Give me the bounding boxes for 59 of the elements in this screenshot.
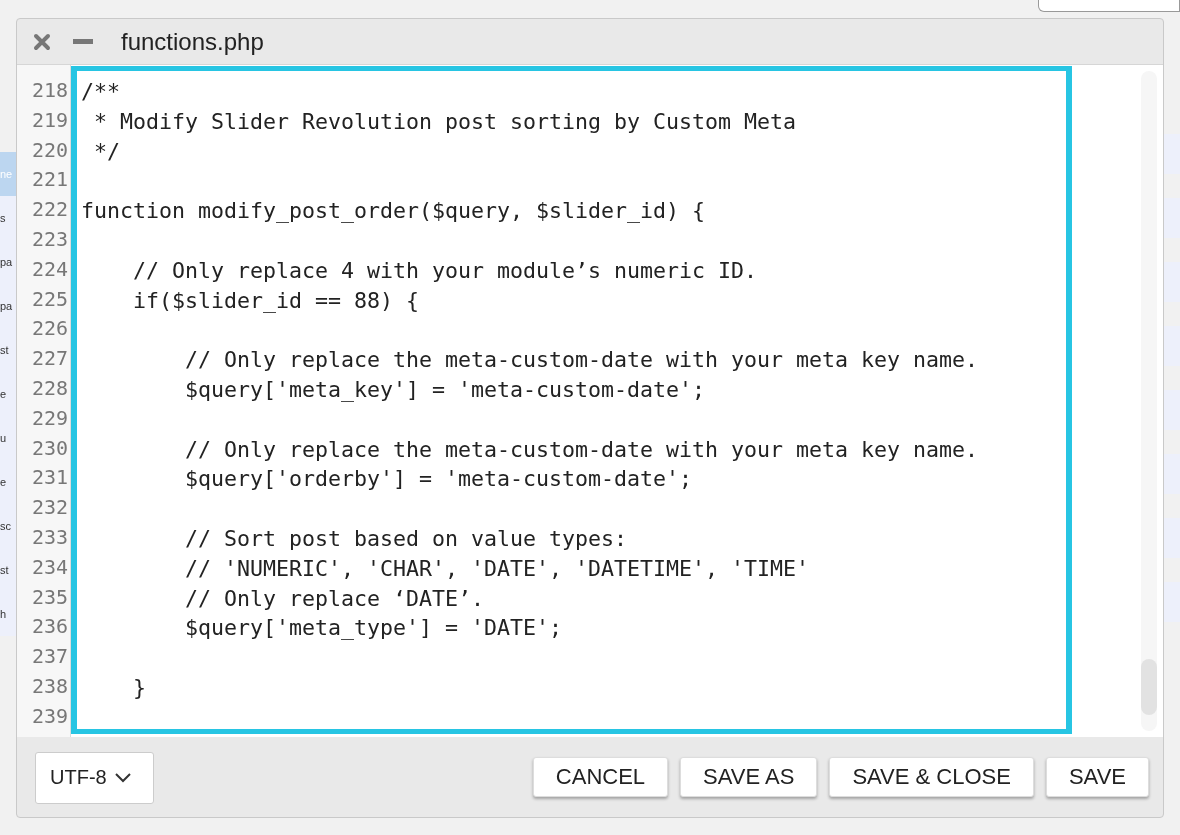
code-line: $query['orderby'] = 'meta-custom-date'; bbox=[184, 465, 694, 494]
chevron-down-icon bbox=[114, 772, 131, 783]
line-number: 230 bbox=[31, 434, 68, 462]
line-number: 222 bbox=[31, 196, 68, 224]
close-icon[interactable] bbox=[33, 32, 51, 51]
code-line: */ bbox=[93, 137, 121, 166]
line-number: 226 bbox=[31, 315, 68, 343]
line-number: 234 bbox=[31, 553, 68, 581]
window-title: functions.php bbox=[121, 27, 264, 56]
code-line: $query['meta_type'] = 'DATE'; bbox=[184, 614, 564, 643]
code-line: // Only replace the meta-custom-date with your meta key name. bbox=[184, 346, 980, 375]
list-item[interactable]: h bbox=[0, 592, 16, 636]
code-line: * Modify Slider Revolution post sorting by Custom Meta bbox=[93, 107, 798, 136]
line-number: 223 bbox=[31, 226, 68, 253]
line-number: 218 bbox=[31, 77, 68, 104]
line-number: 220 bbox=[31, 136, 68, 164]
footer-button[interactable]: SAVE & CLOSE bbox=[829, 757, 1034, 797]
list-item[interactable]: e bbox=[0, 460, 16, 504]
footer-button[interactable]: CANCEL bbox=[532, 757, 669, 797]
scrollbar[interactable] bbox=[1141, 71, 1157, 731]
minimize-icon[interactable] bbox=[73, 38, 93, 45]
scrollbar-thumb[interactable] bbox=[1141, 659, 1157, 715]
list-item[interactable]: pa bbox=[0, 240, 16, 284]
footer-button[interactable]: SAVE AS bbox=[680, 757, 818, 797]
code-line: // Sort post based on value types: bbox=[184, 524, 629, 553]
code-line: function modify_post_order($query, $slider_id) { bbox=[81, 197, 707, 226]
line-number: 233 bbox=[31, 523, 68, 551]
code-line: // Only replace ‘DATE’. bbox=[184, 584, 486, 613]
search-field[interactable] bbox=[1038, 0, 1180, 12]
code-line: // Only replace 4 with your module’s numeric ID. bbox=[132, 256, 759, 285]
list-item[interactable]: pa bbox=[0, 284, 16, 328]
line-number: 225 bbox=[31, 285, 68, 313]
list-item[interactable]: u bbox=[0, 416, 16, 460]
code-line: // 'NUMERIC', 'CHAR', 'DATE', 'DATETIME', 'TIME' bbox=[184, 554, 811, 583]
line-number: 239 bbox=[31, 702, 68, 730]
line-number: 232 bbox=[31, 494, 68, 522]
line-number: 237 bbox=[31, 643, 68, 671]
code-line: // Only replace the meta-custom-date with your meta key name. bbox=[184, 435, 980, 464]
line-number: 231 bbox=[31, 464, 68, 492]
line-number: 224 bbox=[31, 255, 68, 283]
line-number: 238 bbox=[31, 672, 68, 700]
list-item[interactable]: st bbox=[0, 328, 16, 372]
code-line: /** bbox=[81, 78, 121, 106]
footer-button[interactable]: SAVE bbox=[1045, 757, 1149, 797]
list-item[interactable]: st bbox=[0, 548, 16, 592]
line-number: 221 bbox=[31, 166, 68, 194]
line-number: 228 bbox=[31, 374, 68, 402]
line-number: 219 bbox=[31, 106, 68, 134]
list-item[interactable]: s bbox=[0, 196, 16, 240]
line-number: 236 bbox=[31, 613, 68, 641]
encoding-select[interactable]: UTF-8 bbox=[35, 751, 154, 804]
code-line: } bbox=[132, 673, 147, 702]
code-line: if($slider_id == 88) { bbox=[132, 286, 420, 315]
line-number: 235 bbox=[31, 583, 68, 611]
list-item[interactable]: e bbox=[0, 372, 16, 416]
line-number: 229 bbox=[31, 404, 68, 432]
line-number: 227 bbox=[31, 345, 68, 373]
list-item[interactable]: sc bbox=[0, 504, 16, 548]
code-line: $query['meta_key'] = 'meta-custom-date'; bbox=[184, 375, 707, 404]
